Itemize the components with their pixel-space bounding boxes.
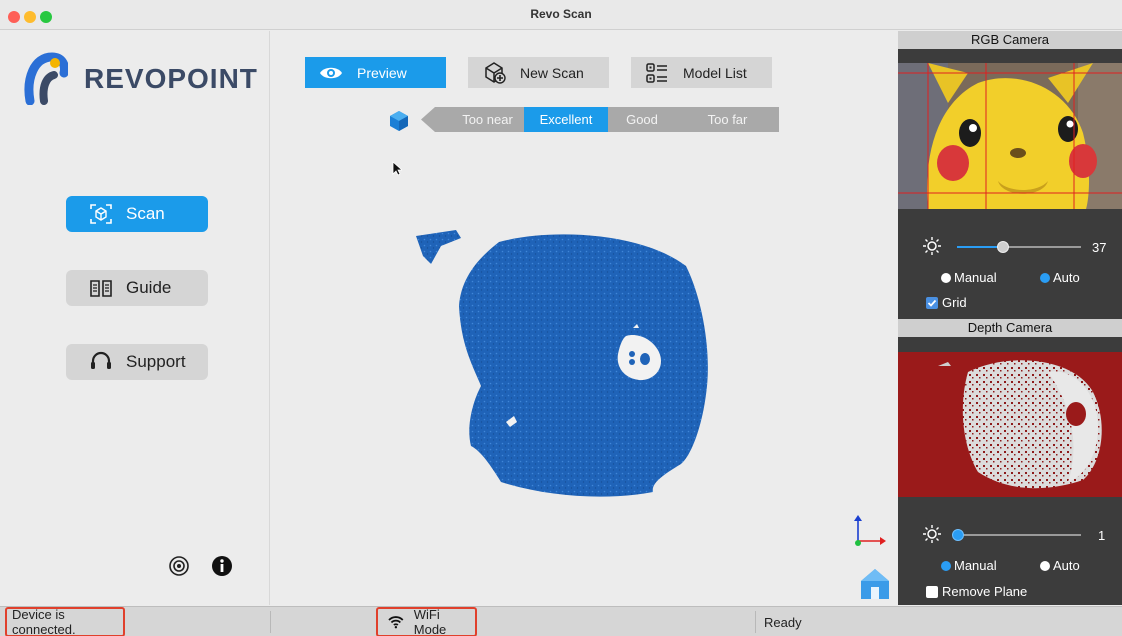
status-divider <box>270 611 271 633</box>
checkbox-checked-icon <box>926 296 938 309</box>
arrow-left-icon <box>421 107 451 132</box>
ready-status: Ready <box>764 614 802 630</box>
wifi-mode-label: WiFi Mode <box>413 607 447 636</box>
list-icon <box>643 62 671 84</box>
radio-manual-dot <box>941 272 951 283</box>
model-list-label: Model List <box>683 64 747 81</box>
radio-manual-dot <box>941 560 951 571</box>
depth-mode-manual-label: Manual <box>954 558 997 573</box>
axes-gizmo-icon <box>854 515 886 546</box>
grid-label: Grid <box>942 295 967 310</box>
depth-camera-feed <box>898 352 1122 497</box>
nav-guide-button[interactable]: Guide <box>66 270 208 306</box>
distance-too-far: Too far <box>676 107 779 132</box>
distance-good: Good <box>608 107 676 132</box>
wifi-icon <box>388 616 404 629</box>
depth-camera-title: Depth Camera <box>898 319 1122 337</box>
nav-scan-button[interactable]: Scan <box>66 196 208 232</box>
rgb-brightness-knob[interactable] <box>996 241 1009 253</box>
model-list-button[interactable]: Model List <box>631 57 772 88</box>
info-icon[interactable] <box>211 555 233 577</box>
rgb-brightness-fill <box>957 246 1003 248</box>
distance-excellent: Excellent <box>524 107 608 132</box>
distance-too-near: Too near <box>451 107 524 132</box>
rgb-camera-feed <box>898 63 1122 209</box>
new-scan-label: New Scan <box>520 64 584 81</box>
radio-auto-dot <box>1040 560 1050 571</box>
depth-exposure-knob[interactable] <box>952 529 965 541</box>
home-view-icon[interactable] <box>859 567 891 601</box>
checkbox-unchecked-icon <box>926 585 938 598</box>
rgb-brightness-value: 37 <box>1092 240 1107 255</box>
new-scan-button[interactable]: New Scan <box>468 57 609 88</box>
depth-exposure-value: 1 <box>1098 528 1106 543</box>
title-bar: Revo Scan <box>0 0 1122 30</box>
mouse-cursor-icon <box>392 161 402 176</box>
scan-icon <box>88 203 114 225</box>
distance-indicator: Too near Excellent Good Too far <box>421 107 779 132</box>
depth-exposure-slider[interactable] <box>957 534 1081 536</box>
wifi-mode-status: WiFi Mode <box>376 607 477 636</box>
status-divider <box>755 611 756 633</box>
rgb-mode-auto-label: Auto <box>1053 270 1080 285</box>
cube-icon <box>390 111 408 131</box>
radio-auto-dot <box>1040 272 1050 283</box>
status-bar: Device is connected. WiFi Mode Ready <box>0 606 1122 636</box>
nav-guide-label: Guide <box>126 278 172 297</box>
preview-label: Preview <box>357 64 407 81</box>
sidebar: REVOPOINT Scan Guide Support <box>0 31 270 605</box>
window-title: Revo Scan <box>530 7 592 21</box>
rgb-mode-manual-label: Manual <box>954 270 997 285</box>
settings-icon[interactable] <box>168 555 190 577</box>
grid-checkbox[interactable]: Grid <box>926 295 967 310</box>
revopoint-logo: REVOPOINT <box>22 47 262 107</box>
nav-support-button[interactable]: Support <box>66 344 208 380</box>
revopoint-mark-icon <box>24 52 68 105</box>
rgb-mode-manual[interactable]: Manual <box>941 270 997 285</box>
headset-icon <box>88 351 114 373</box>
remove-plane-checkbox[interactable]: Remove Plane <box>926 584 1027 599</box>
exposure-icon <box>923 525 941 543</box>
depth-controls: 1 Manual Auto Remove Plane <box>898 519 1122 605</box>
rgb-controls: 37 Manual Auto Grid <box>898 231 1122 319</box>
preview-button[interactable]: Preview <box>305 57 446 88</box>
rgb-mode-auto[interactable]: Auto <box>1040 270 1080 285</box>
nav-scan-label: Scan <box>126 204 165 223</box>
depth-mode-manual[interactable]: Manual <box>941 558 997 573</box>
depth-mode-auto[interactable]: Auto <box>1040 558 1080 573</box>
scan-viewport[interactable]: Preview New Scan Model List Too near Exc… <box>271 31 898 605</box>
point-cloud-preview <box>416 230 708 497</box>
new-scan-icon <box>480 61 508 84</box>
brightness-icon <box>923 237 941 255</box>
eye-icon <box>317 62 345 84</box>
depth-mode-auto-label: Auto <box>1053 558 1080 573</box>
nav-support-label: Support <box>126 352 186 371</box>
camera-panel: RGB Camera 37 Manual Auto Grid Depth Cam… <box>898 31 1122 605</box>
rgb-camera-title: RGB Camera <box>898 31 1122 49</box>
brand-name: REVOPOINT <box>84 63 258 94</box>
remove-plane-label: Remove Plane <box>942 584 1028 599</box>
connection-status: Device is connected. <box>5 607 125 636</box>
book-icon <box>88 277 114 299</box>
